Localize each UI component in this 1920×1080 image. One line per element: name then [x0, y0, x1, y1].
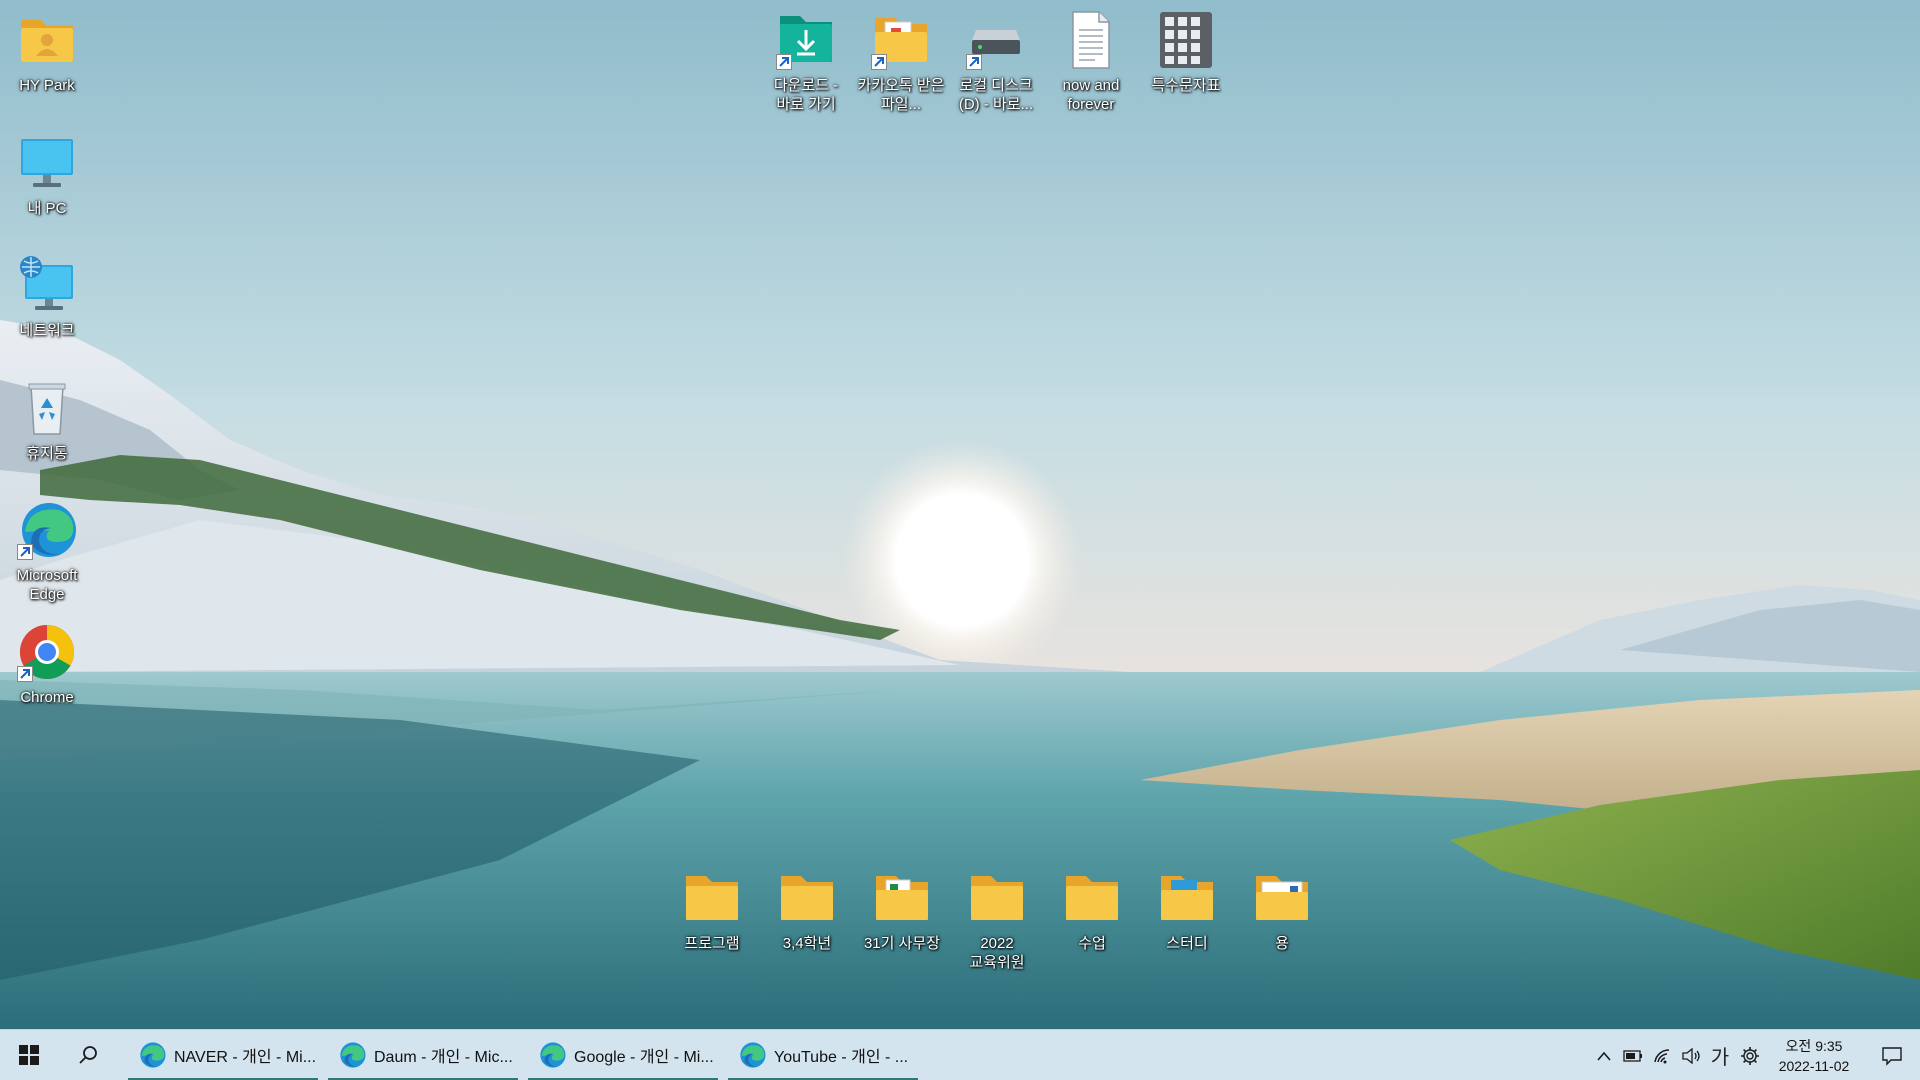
speaker-icon: [1681, 1047, 1700, 1064]
desktop-icon-recycle-bin[interactable]: 휴지통: [1, 378, 93, 463]
volume-button[interactable]: [1676, 1030, 1705, 1080]
desktop-icon-this-pc[interactable]: 내 PC: [1, 133, 93, 218]
taskbar-app-label: NAVER - 개인 - Mi...: [174, 1049, 317, 1066]
desktop-icon-label: 스터디: [1166, 935, 1208, 952]
desktop-icon-office31-folder[interactable]: 31기 사무장: [856, 868, 948, 953]
network-icon: [17, 255, 77, 315]
shortcut-arrow-icon: [871, 54, 887, 70]
clock-time: 오전 9:35: [1785, 1037, 1843, 1054]
desktop-icon-label: 수업: [1078, 935, 1106, 952]
desktop-icon-downloads-shortcut[interactable]: 다운로드 - 바로 가기: [760, 10, 852, 114]
desktop-icon-kakaotalk-folder-shortcut[interactable]: 카카오톡 받은 파일...: [855, 10, 947, 114]
edge-icon: [17, 500, 77, 560]
user-folder-icon: [17, 10, 77, 70]
desktop-icon-yong-folder[interactable]: 용: [1236, 868, 1328, 953]
desktop-icon-user-folder[interactable]: HY Park: [1, 10, 93, 95]
shortcut-arrow-icon: [966, 54, 982, 70]
desktop-icon-label: 31기 사무장: [863, 935, 941, 952]
desktop-icon-label: 용: [1275, 935, 1289, 952]
folder-icon: [871, 10, 931, 70]
desktop-icon-local-disk-d-shortcut[interactable]: 로컬 디스크 (D) - 바로...: [950, 10, 1042, 114]
windows-logo-icon: [19, 1045, 39, 1065]
network-status-button[interactable]: [1647, 1030, 1676, 1080]
chevron-up-icon: [1596, 1051, 1611, 1061]
text-file-icon: [1061, 10, 1121, 70]
taskbar-app-daum[interactable]: Daum - 개인 - Mic...: [328, 1030, 518, 1080]
chrome-icon: [17, 622, 77, 682]
ime-indicator[interactable]: 가: [1705, 1030, 1735, 1080]
taskbar-app-youtube[interactable]: YouTube - 개인 - ...: [728, 1030, 918, 1080]
shortcut-arrow-icon: [17, 666, 33, 682]
system-tray: 가 오전 9:35 2022-11-02: [1589, 1030, 1920, 1080]
desktop-icon-study-folder[interactable]: 스터디: [1141, 868, 1233, 953]
desktop-icon-label: 카카오톡 받은 파일...: [857, 77, 945, 113]
desktop-icon-label: 다운로드 - 바로 가기: [773, 77, 839, 113]
gear-icon: [1740, 1046, 1759, 1065]
desktop-icon-label: 내 PC: [27, 200, 67, 217]
taskbar-app-google[interactable]: Google - 개인 - Mi...: [528, 1030, 718, 1080]
edge-icon: [140, 1042, 166, 1068]
drive-icon: [966, 10, 1026, 70]
desktop-icon-edge[interactable]: Microsoft Edge: [1, 500, 93, 604]
grid-app-icon: [1156, 10, 1216, 70]
desktop-icon-special-chars-app[interactable]: 특수문자표: [1140, 10, 1232, 95]
battery-button[interactable]: [1618, 1030, 1647, 1080]
folder-icon: [1062, 868, 1122, 928]
clock[interactable]: 오전 9:35 2022-11-02: [1764, 1036, 1864, 1076]
desktop-icon-label: 프로그램: [684, 935, 740, 952]
folder-icon: [682, 868, 742, 928]
taskbar: NAVER - 개인 - Mi... Daum - 개인 - Mic... Go…: [0, 1029, 1920, 1080]
edge-icon: [740, 1042, 766, 1068]
taskbar-app-label: YouTube - 개인 - ...: [774, 1049, 909, 1066]
clock-date: 2022-11-02: [1778, 1057, 1850, 1074]
desktop-icon-network[interactable]: 네트워크: [1, 255, 93, 340]
search-icon: [79, 1046, 97, 1064]
folder-icon: [1157, 868, 1217, 928]
edge-icon: [340, 1042, 366, 1068]
taskbar-app-label: Daum - 개인 - Mic...: [374, 1049, 513, 1066]
show-hidden-icons-button[interactable]: [1589, 1030, 1618, 1080]
wifi-icon: [1653, 1048, 1669, 1063]
desktop-icon-label: HY Park: [19, 77, 75, 94]
monitor-icon: [17, 133, 77, 193]
desktop-icon-label: Chrome: [20, 689, 74, 706]
desktop-icon-committee-folder[interactable]: 2022 교육위원: [951, 868, 1043, 972]
desktop-icon-label: 2022 교육위원: [969, 935, 1025, 971]
search-button[interactable]: [58, 1030, 118, 1080]
desktop-icon-program-folder[interactable]: 프로그램: [666, 868, 758, 953]
notification-center-button[interactable]: [1864, 1030, 1920, 1080]
shortcut-arrow-icon: [776, 54, 792, 70]
folder-icon: [967, 868, 1027, 928]
desktop-icon-chrome[interactable]: Chrome: [1, 622, 93, 707]
desktop-icon-label: 3,4학년: [782, 935, 832, 952]
desktop-icon-label: now and forever: [1062, 77, 1120, 113]
desktop-icon-label: 네트워크: [19, 322, 75, 339]
taskbar-app-label: Google - 개인 - Mi...: [574, 1049, 714, 1066]
start-button[interactable]: [0, 1030, 58, 1080]
desktop-icon-label: 특수문자표: [1151, 77, 1221, 94]
folder-icon: [1252, 868, 1312, 928]
desktop-icon-grade34-folder[interactable]: 3,4학년: [761, 868, 853, 953]
desktop-icon-label: 로컬 디스크 (D) - 바로...: [958, 77, 1034, 113]
folder-icon: [777, 868, 837, 928]
folder-icon: [872, 868, 932, 928]
desktop-icon-now-and-forever-file[interactable]: now and forever: [1045, 10, 1137, 114]
desktop-icon-label: Microsoft Edge: [16, 567, 78, 603]
edge-icon: [540, 1042, 566, 1068]
notification-icon: [1882, 1046, 1902, 1066]
download-folder-icon: [776, 10, 836, 70]
settings-button[interactable]: [1735, 1030, 1764, 1080]
recycle-bin-icon: [17, 378, 77, 438]
desktop-icon-label: 휴지통: [26, 445, 68, 462]
shortcut-arrow-icon: [17, 544, 33, 560]
desktop-icon-class-folder[interactable]: 수업: [1046, 868, 1138, 953]
battery-icon: [1622, 1049, 1642, 1062]
taskbar-app-naver[interactable]: NAVER - 개인 - Mi...: [128, 1030, 318, 1080]
